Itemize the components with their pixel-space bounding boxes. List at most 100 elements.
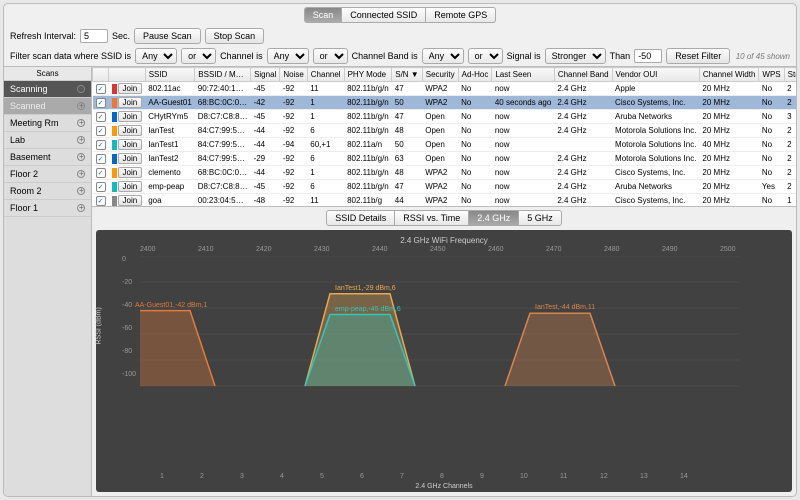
tab-scan[interactable]: Scan [305,8,343,22]
tab-remote-gps[interactable]: Remote GPS [426,8,495,22]
filter-signal-label: Signal is [507,51,541,61]
row-checkbox[interactable] [96,112,106,122]
add-icon[interactable] [77,85,85,93]
chart-xlabel: 2.4 GHz Channels [96,483,792,490]
refresh-unit: Sec. [112,31,130,41]
add-icon[interactable] [77,102,85,110]
col-header[interactable]: Channel [307,68,344,82]
sidebar-item[interactable]: Floor 1 [4,200,91,217]
shown-count: 10 of 45 shown [736,52,790,61]
table-row[interactable]: Join802.11ac90:72:40:1…-45-9211802.11b/g… [93,82,797,96]
sidebar-item[interactable]: Lab [4,132,91,149]
row-checkbox[interactable] [96,140,106,150]
col-header[interactable]: Security [422,68,458,82]
add-icon[interactable] [77,204,85,212]
add-icon[interactable] [77,153,85,161]
series-label: IanTest,-44 dBm,11 [535,304,595,311]
tab-ssid-details[interactable]: SSID Details [327,211,395,225]
join-button[interactable]: Join [118,167,143,178]
series-label: AA-Guest01,-42 dBm,1 [135,302,207,309]
col-header[interactable] [109,68,146,82]
table-row[interactable]: JoinIanTest184:C7:99:5…-44-9460,+1802.11… [93,138,797,152]
filter-ssid-select[interactable]: Any [135,48,177,64]
filter-signal-select[interactable]: Stronger [545,48,606,64]
join-button[interactable]: Join [118,153,143,164]
row-checkbox[interactable] [96,154,106,164]
sidebar-header: Scans [4,67,91,81]
row-checkbox[interactable] [96,182,106,192]
sidebar-item[interactable]: Floor 2 [4,166,91,183]
table-row[interactable]: Joingoa00:23:04:5…-48-9211802.11b/g44WPA… [93,194,797,208]
join-button[interactable]: Join [118,83,143,94]
col-header[interactable]: Channel Band [554,68,612,82]
join-button[interactable]: Join [118,181,143,192]
col-header[interactable]: Streams [784,68,796,82]
filter-band-select[interactable]: Any [422,48,464,64]
filter-or1[interactable]: or [181,48,216,64]
sidebar-item[interactable]: Basement [4,149,91,166]
filter-channel-select[interactable]: Any [267,48,309,64]
table-row[interactable]: JoinIanTest84:C7:99:5…-44-926802.11b/g/n… [93,124,797,138]
join-button[interactable]: Join [118,125,143,136]
filter-band-label: Channel Band is [352,51,418,61]
stop-scan-button[interactable]: Stop Scan [205,28,265,44]
col-header[interactable]: PHY Mode [344,68,392,82]
reset-filter-button[interactable]: Reset Filter [666,48,730,64]
col-header[interactable]: Ad-Hoc [458,68,492,82]
col-header[interactable]: Signal [251,68,280,82]
sidebar-item[interactable]: Scanning [4,81,91,98]
col-header[interactable] [93,68,109,82]
add-icon[interactable] [77,136,85,144]
join-button[interactable]: Join [118,139,143,150]
series-label: IanTest1,-29 dBm,6 [335,285,396,292]
add-icon[interactable] [77,119,85,127]
tab-connected-ssid[interactable]: Connected SSID [342,8,426,22]
chart-ylabel: RSSI (dBm) [96,307,103,344]
sidebar-item[interactable]: Room 2 [4,183,91,200]
top-tabs[interactable]: Scan Connected SSID Remote GPS [304,7,497,23]
col-header[interactable]: Noise [280,68,307,82]
row-checkbox[interactable] [96,196,106,206]
col-header[interactable]: BSSID / M… [195,68,251,82]
filter-threshold-input[interactable] [634,49,662,63]
refresh-interval-input[interactable] [80,29,108,43]
join-button[interactable]: Join [118,111,143,122]
add-icon[interactable] [77,170,85,178]
col-header[interactable]: Vendor OUI [612,68,699,82]
filter-channel-label: Channel is [220,51,263,61]
tab-24ghz[interactable]: 2.4 GHz [469,211,519,225]
tab-rssi-time[interactable]: RSSI vs. Time [395,211,469,225]
col-header[interactable]: Channel Width [699,68,758,82]
col-header[interactable]: WPS [759,68,784,82]
refresh-label: Refresh Interval: [10,31,76,41]
table-row[interactable]: JoinAA-Guest0168:BC:0C:0…-42-921802.11b/… [93,96,797,110]
filter-label: Filter scan data where SSID is [10,51,131,61]
filter-or3[interactable]: or [468,48,503,64]
series-label: emp-peap,-45 dBm,6 [335,306,401,313]
tab-5ghz[interactable]: 5 GHz [519,211,561,225]
chart-title: 2.4 GHz WiFi Frequency [96,236,792,245]
join-button[interactable]: Join [118,195,143,206]
row-checkbox[interactable] [96,84,106,94]
pause-scan-button[interactable]: Pause Scan [134,28,201,44]
join-button[interactable]: Join [118,97,143,108]
table-row[interactable]: Joinclemento68:BC:0C:0…-44-921802.11b/g/… [93,166,797,180]
networks-table[interactable]: SSIDBSSID / M…SignalNoiseChannelPHY Mode… [92,67,796,207]
table-row[interactable]: JoinCHytRYm5D8:C7:C8:8…-45-921802.11b/g/… [93,110,797,124]
spectrum-chart: 2.4 GHz WiFi Frequency RSSI (dBm) 2.4 GH… [96,230,792,492]
sidebar-item[interactable]: Scanned [4,98,91,115]
table-row[interactable]: Joinemp-peapD8:C7:C8:8…-45-926802.11b/g/… [93,180,797,194]
add-icon[interactable] [77,187,85,195]
row-checkbox[interactable] [96,168,106,178]
table-row[interactable]: JoinIanTest284:C7:99:5…-29-926802.11b/g/… [93,152,797,166]
chart-tabs[interactable]: SSID Details RSSI vs. Time 2.4 GHz 5 GHz [326,210,562,226]
col-header[interactable]: Last Seen [492,68,555,82]
sidebar-item[interactable]: Meeting Rm [4,115,91,132]
row-checkbox[interactable] [96,98,106,108]
filter-or2[interactable]: or [313,48,348,64]
filter-than: Than [610,51,631,61]
sidebar: Scans ScanningScannedMeeting RmLabBaseme… [4,67,92,496]
row-checkbox[interactable] [96,126,106,136]
col-header[interactable]: SSID [145,68,195,82]
col-header[interactable]: S/N ▼ [392,68,422,82]
